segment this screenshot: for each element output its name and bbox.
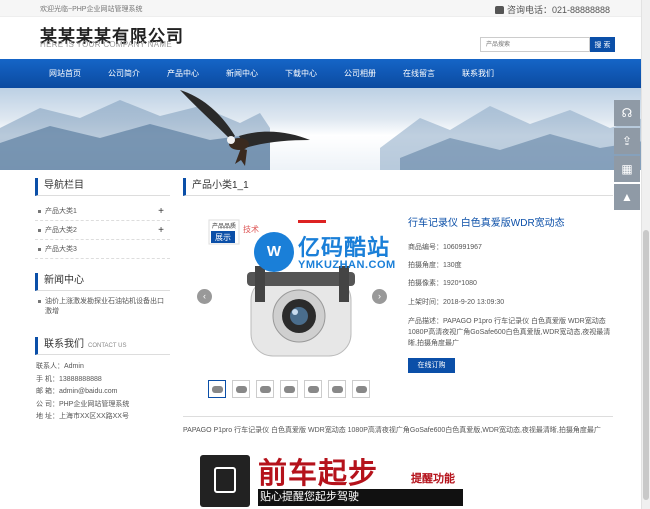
- product-description: 产品描述：PAPAGO P1pro 行车记录仪 白色真爱版 WDR宽动态 108…: [408, 317, 611, 347]
- page-title: 产品小类1_1: [183, 178, 613, 196]
- category-label: 产品大类3: [45, 246, 77, 253]
- share-icon[interactable]: ⇪: [614, 128, 640, 154]
- contact-subtitle: CONTACT US: [88, 343, 127, 349]
- rocket-icon[interactable]: ▲: [614, 184, 640, 210]
- category-item[interactable]: 产品大类3: [35, 240, 170, 259]
- phone-icon: [494, 6, 504, 14]
- contact-mobile: 手 机：13888888888: [36, 375, 102, 383]
- gallery-prev-button[interactable]: ‹: [197, 289, 212, 304]
- thumbnail[interactable]: [256, 380, 274, 398]
- product-angle: 拍摄角度：130度: [408, 262, 462, 270]
- phone-info: 咨询电话：021-88888888: [494, 3, 610, 16]
- welcome-text: 欢迎光临~PHP企业网站管理系统: [40, 6, 143, 13]
- watermark-url: YMKUZHAN.COM: [298, 259, 396, 271]
- gallery-thumbnails: [203, 380, 383, 402]
- promo-image: 前车起步 提醒功能 贴心提醒您起步驾驶: [198, 450, 468, 509]
- badge-main-label: 展示: [215, 233, 231, 242]
- news-item-label: 油价上涨激发勘探业石油钻机设备出口激增: [45, 298, 164, 315]
- phone-text: 咨询电话：021-88888888: [506, 5, 610, 15]
- nav-home[interactable]: 网站首页: [36, 59, 94, 88]
- floating-toolbar: ☊ ⇪ ▦ ▲: [614, 100, 640, 212]
- nav-products[interactable]: 产品中心: [154, 59, 212, 88]
- nav-about[interactable]: 公司简介: [95, 59, 153, 88]
- thumbnail[interactable]: [232, 380, 250, 398]
- product-resolution: 拍摄像素：1920*1080: [408, 280, 477, 288]
- nav-section-title: 导航栏目: [35, 178, 170, 196]
- contact-email: 邮 箱：admin@baidu.com: [36, 388, 118, 395]
- contact-company: 公 司：PHP企业网站管理系统: [36, 400, 130, 408]
- gallery-next-button[interactable]: ›: [372, 289, 387, 304]
- promo-slogan: 贴心提醒您起步驾驶: [258, 489, 463, 506]
- main-content: 产品小类1_1: [183, 178, 613, 196]
- nav-contact[interactable]: 联系我们: [449, 59, 507, 88]
- product-sku: 商品编号：1060991967: [408, 244, 482, 251]
- scrollbar-thumb[interactable]: [643, 230, 649, 500]
- watermark-text: 亿码酷站: [298, 235, 391, 260]
- category-label: 产品大类2: [45, 227, 77, 234]
- thumbnail[interactable]: [352, 380, 370, 398]
- expand-icon[interactable]: +: [158, 202, 164, 221]
- promo-headline: 前车起步: [258, 458, 379, 490]
- nav-news[interactable]: 新闻中心: [213, 59, 271, 88]
- dashcam-icon: [200, 455, 250, 507]
- thumbnail[interactable]: [304, 380, 322, 398]
- badge-top-label: 产品品质: [212, 222, 236, 230]
- product-detail-text: PAPAGO P1pro 行车记录仪 白色真爱版 WDR宽动态 1080P高清夜…: [183, 416, 613, 435]
- qrcode-icon[interactable]: ▦: [614, 156, 640, 182]
- search-input[interactable]: [480, 37, 590, 52]
- promo-subheadline: 提醒功能: [411, 473, 455, 485]
- thumbnail[interactable]: [208, 380, 226, 398]
- sidebar: 导航栏目 产品大类1 + 产品大类2 + 产品大类3 新闻中心 油价上涨激发勘探业石…: [35, 178, 170, 424]
- category-item[interactable]: 产品大类2 +: [35, 221, 170, 240]
- thumbnail[interactable]: [280, 380, 298, 398]
- nav-downloads[interactable]: 下载中心: [272, 59, 330, 88]
- scrollbar[interactable]: [641, 0, 650, 509]
- thumbnail[interactable]: [328, 380, 346, 398]
- eagle-image: [180, 90, 310, 166]
- top-bar: 欢迎光临~PHP企业网站管理系统 咨询电话：021-88888888: [0, 0, 650, 17]
- category-item[interactable]: 产品大类1 +: [35, 202, 170, 221]
- contact-person: 联系人：Admin: [36, 363, 84, 370]
- news-item[interactable]: 油价上涨激发勘探业石油钻机设备出口激增: [35, 297, 170, 317]
- category-label: 产品大类1: [45, 208, 77, 215]
- watermark-logo-icon: W: [254, 232, 294, 272]
- nav-album[interactable]: 公司相册: [331, 59, 389, 88]
- product-info: 行车记录仪 白色真爱版WDR宽动态 商品编号：1060991967 拍摄角度：1…: [408, 217, 613, 349]
- news-section-title: 新闻中心: [35, 273, 170, 291]
- hero-banner: [0, 88, 650, 170]
- product-date: 上架时间：2018-9-20 13:09:30: [408, 298, 505, 306]
- nav-guestbook[interactable]: 在线留言: [390, 59, 448, 88]
- header: 某某某某有限公司 HERE IS YOUR COMPANY NAME 搜 索: [0, 17, 650, 59]
- order-online-button[interactable]: 在线订购: [408, 358, 455, 373]
- search-button[interactable]: 搜 索: [590, 37, 615, 52]
- expand-icon[interactable]: +: [158, 221, 164, 240]
- product-title: 行车记录仪 白色真爱版WDR宽动态: [408, 218, 565, 229]
- contact-section-title: 联系我们 CONTACT US: [35, 337, 170, 355]
- contact-address: 地 址：上海市XX区XX路XX号: [36, 413, 129, 420]
- company-name-en: HERE IS YOUR COMPANY NAME: [40, 40, 172, 49]
- mountain-landscape: [0, 100, 650, 170]
- headset-icon[interactable]: ☊: [614, 100, 640, 126]
- main-nav: 网站首页 公司简介 产品中心 新闻中心 下载中心 公司相册 在线留言 联系我们: [0, 59, 650, 88]
- watermark: W 亿码酷站 YMKUZHAN.COM: [254, 232, 396, 278]
